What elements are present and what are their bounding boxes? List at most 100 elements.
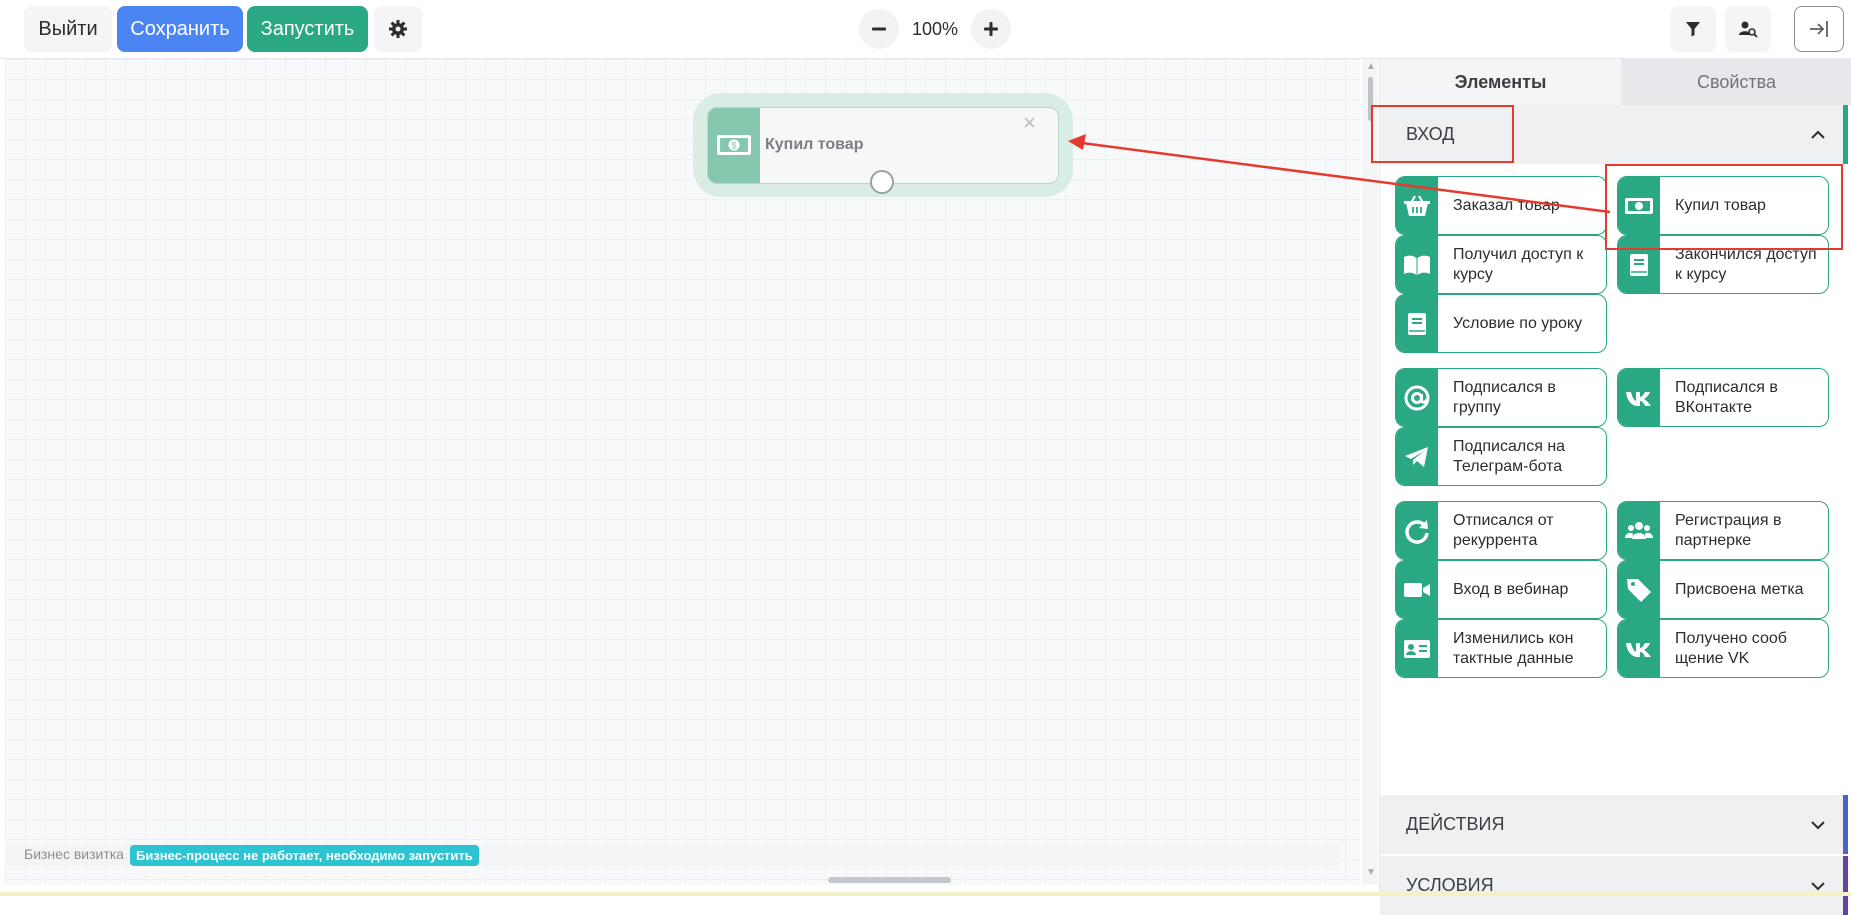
vk-icon [1626,643,1651,657]
chevron-down-icon [1811,821,1825,830]
card-icon-box [1618,620,1660,677]
card-label: Вход в вебинар [1453,580,1569,598]
card-icon-box [1618,502,1660,559]
card-icon-box [1396,369,1438,426]
users-icon [1625,522,1653,539]
element-card-refresh[interactable]: Отписался от рекуррента [1395,501,1607,560]
tab-properties[interactable]: Свойства [1621,59,1851,105]
element-card-telegram[interactable]: Подписался на Телеграм-бота [1395,427,1607,486]
node-output-port[interactable] [870,170,894,194]
section-color-bar [1843,105,1848,164]
canvas-vertical-scrollbar[interactable]: ▲ ▼ [1362,59,1378,885]
card-icon-box [1396,295,1438,352]
card-icon-box [1396,428,1438,485]
element-card-at[interactable]: Подписался в группу [1395,368,1607,427]
settings-button[interactable] [374,6,422,52]
filter-icon [1686,22,1700,37]
plus-icon [984,22,998,36]
chevron-up-icon [1811,130,1825,139]
money-icon: $ [717,135,751,155]
toolbar: Выйти Сохранить Запустить 100% [0,0,1851,59]
tab-elements[interactable]: Элементы [1380,59,1621,105]
card-label: Купил товар [1675,196,1766,214]
section-title: ДЕЙСТВИЯ [1406,814,1505,834]
element-card-contact-card[interactable]: Изменились кон тактные данные [1395,619,1607,678]
element-card-money[interactable]: Купил товар [1617,176,1829,235]
card-label: Закончился доступ к курсу [1675,245,1817,283]
user-search-icon [1739,21,1758,38]
element-card-book[interactable]: Закончился доступ к курсу [1617,235,1829,294]
zoom-level: 100% [911,19,959,39]
element-card-tag[interactable]: Присвоена метка [1617,560,1829,619]
card-label: Изменились кон тактные данные [1453,629,1574,667]
zoom-out-button[interactable] [859,9,899,49]
gear-icon [389,20,407,38]
process-name: Бизнес визитка [24,846,124,862]
section-title: ВХОД [1406,124,1455,144]
element-card-book-open[interactable]: Получил доступ к курсу [1395,235,1607,294]
exit-button[interactable]: Выйти [24,6,112,52]
save-button[interactable]: Сохранить [117,6,243,52]
elements-sidebar: Элементы Свойства ВХОД Заказал товар Купи… [1379,59,1851,915]
card-label: Присвоена метка [1675,580,1804,598]
scroll-down-icon[interactable]: ▼ [1366,867,1376,878]
tag-icon [1627,579,1651,602]
section-conditions-header[interactable]: УСЛОВИЯ [1380,856,1848,915]
book-open-icon [1404,255,1430,275]
card-label: Заказал товар [1453,196,1560,214]
run-button[interactable]: Запустить [247,6,368,52]
scroll-up-icon[interactable]: ▲ [1366,61,1376,72]
basket-icon [1404,195,1430,216]
user-search-button[interactable] [1725,6,1771,52]
video-icon [1404,583,1430,597]
zoom-in-button[interactable] [971,9,1011,49]
scrollbar-thumb[interactable] [828,877,951,883]
process-canvas[interactable] [5,59,1360,885]
telegram-icon [1405,447,1428,467]
svg-text:$: $ [731,141,736,151]
section-color-bar [1843,856,1848,915]
card-label: Отписался от рекуррента [1453,511,1554,549]
canvas-horizontal-scrollbar[interactable] [5,872,1360,886]
contact-card-icon [1404,640,1430,658]
card-icon-box [1618,369,1660,426]
card-icon-box [1396,177,1438,234]
element-card-basket[interactable]: Заказал товар [1395,176,1607,235]
card-label: Получено сооб щение VK [1675,629,1787,667]
card-icon-box [1396,620,1438,677]
at-icon [1404,385,1430,411]
status-badge: Бизнес-процесс не работает, необходимо з… [130,845,479,866]
card-icon-box [1618,177,1660,234]
filter-button[interactable] [1670,6,1716,52]
card-label: Условие по уроку [1453,314,1583,332]
section-actions-header[interactable]: ДЕЙСТВИЯ [1380,795,1848,854]
arrow-to-right-icon [1810,21,1828,37]
element-card-book[interactable]: Условие по уроку [1395,294,1607,353]
scrollbar-thumb[interactable] [1368,77,1373,121]
card-label: Подписался в ВКонтакте [1675,378,1778,416]
card-icon-box [1396,561,1438,618]
section-color-bar [1843,795,1848,854]
vk-icon [1626,392,1651,406]
section-input-header[interactable]: ВХОД [1380,105,1848,164]
page-bottom-strip [0,892,1851,896]
card-label: Подписался в группу [1453,378,1556,416]
node-close-icon[interactable]: × [1023,112,1036,134]
minus-icon [872,27,886,31]
element-card-vk[interactable]: Подписался в ВКонтакте [1617,368,1829,427]
card-icon-box [1618,236,1660,293]
card-label: Регистрация в партнерке [1675,511,1782,549]
element-card-users[interactable]: Регистрация в партнерке [1617,501,1829,560]
element-card-video[interactable]: Вход в вебинар [1395,560,1607,619]
element-card-vk[interactable]: Получено сооб щение VK [1617,619,1829,678]
card-label: Подписался на Телеграм-бота [1453,437,1566,475]
card-label: Получил доступ к курсу [1453,245,1584,283]
card-icon-box [1618,561,1660,618]
node-icon-box: $ [708,108,760,183]
card-icon-box [1396,236,1438,293]
collapse-panel-button[interactable] [1794,6,1844,52]
card-icon-box [1396,502,1438,559]
book-icon [1630,254,1648,276]
refresh-icon [1405,520,1429,544]
book-icon [1408,313,1426,335]
